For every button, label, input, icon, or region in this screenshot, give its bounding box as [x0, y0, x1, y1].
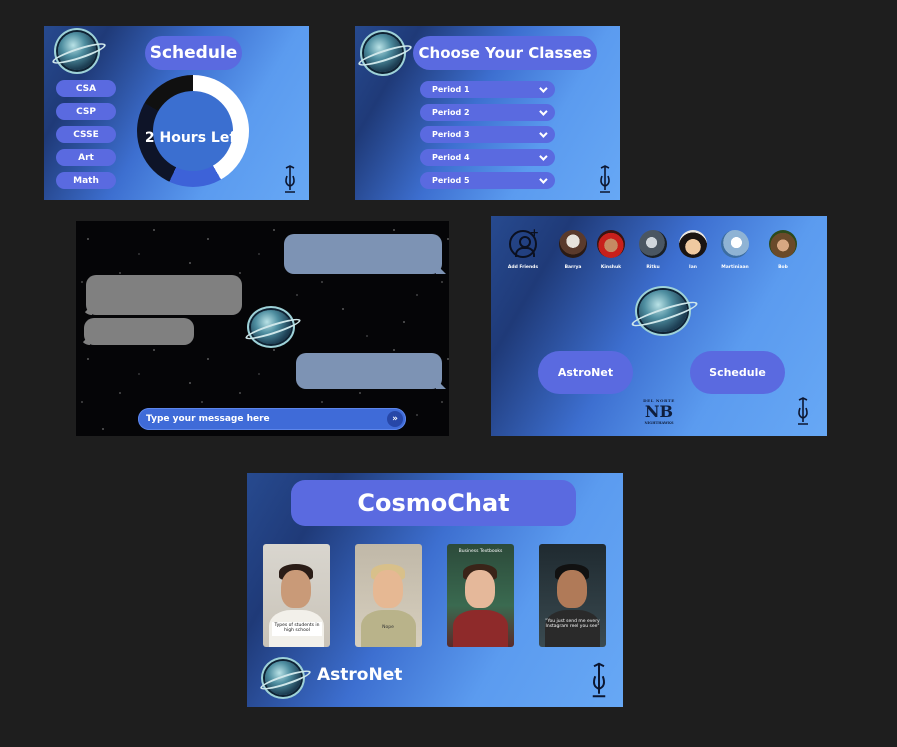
period-3-label: Period 3 — [432, 130, 470, 139]
chevron-down-icon — [539, 151, 548, 161]
double-chevron-right-icon: » — [392, 414, 398, 424]
add-friend-icon: + — [509, 226, 539, 258]
friend-avatar-ritku[interactable]: Ritku — [631, 230, 675, 270]
friend-name: Kinshuk — [600, 265, 622, 270]
video-caption: "You just send me every Instagram reel y… — [545, 619, 600, 629]
trident-mascot-icon — [798, 397, 808, 425]
friend-name: Bob — [778, 265, 788, 270]
astronet-planet-icon — [639, 290, 687, 332]
person-face — [281, 570, 311, 608]
trident-mascot-icon — [285, 165, 295, 193]
person-face — [465, 570, 495, 608]
period-4-dropdown[interactable]: Period 4 — [420, 149, 555, 166]
home-screen: + Add Friends Barrya Kinshuk Ritku Ian M… — [491, 216, 827, 436]
avatar — [769, 230, 797, 258]
period-1-label: Period 1 — [432, 85, 470, 94]
add-friends-button[interactable]: + Add Friends — [501, 226, 545, 270]
friend-avatar-bob[interactable]: Bob — [761, 230, 805, 270]
choose-classes-screen: Choose Your Classes Period 1 Period 2 Pe… — [355, 26, 620, 200]
astronet-planet-icon — [265, 661, 301, 695]
avatar — [639, 230, 667, 258]
person-shirt — [453, 610, 508, 647]
person-face — [373, 570, 403, 608]
video-caption: Nope — [382, 625, 394, 630]
friend-name: Ritku — [646, 265, 660, 270]
avatar — [559, 230, 587, 258]
person-face — [557, 570, 587, 608]
period-3-dropdown[interactable]: Period 3 — [420, 126, 555, 143]
add-friends-label: Add Friends — [507, 265, 539, 270]
school-logo-bottom-text: NIGHTHAWKS — [644, 421, 674, 425]
astronet-logo-icon — [364, 34, 402, 72]
friend-avatar-martiniaan[interactable]: Martiniaan — [713, 230, 757, 270]
cosmochat-screen: CosmoChat Types of students in high scho… — [247, 473, 623, 707]
trident-mascot-icon — [592, 662, 606, 698]
period-5-label: Period 5 — [432, 176, 470, 185]
class-button-math[interactable]: Math — [56, 172, 116, 189]
video-thumbnail[interactable]: Nope — [355, 544, 422, 647]
chevron-down-icon — [539, 128, 548, 138]
schedule-button[interactable]: Schedule — [690, 351, 785, 394]
friend-name: Ian — [689, 265, 697, 270]
time-remaining-label: 2 Hours Left — [144, 130, 243, 146]
astronet-brand-label: AstroNet — [317, 665, 403, 685]
astronet-button[interactable]: AstroNet — [538, 351, 633, 394]
avatar — [597, 230, 625, 258]
avatar — [721, 230, 749, 258]
period-5-dropdown[interactable]: Period 5 — [420, 172, 555, 189]
chevron-down-icon — [539, 106, 548, 116]
trident-mascot-icon — [600, 165, 610, 193]
sent-message-bubble — [296, 353, 442, 389]
schedule-title: Schedule — [145, 36, 242, 70]
chevron-down-icon — [539, 83, 548, 93]
friend-avatar-ian[interactable]: Ian — [671, 230, 715, 270]
video-thumbnail[interactable]: Business Textbooks — [447, 544, 514, 647]
class-button-art[interactable]: Art — [56, 149, 116, 166]
avatar — [679, 230, 707, 258]
astronet-planet-icon — [251, 310, 291, 344]
video-thumbnail[interactable]: "You just send me every Instagram reel y… — [539, 544, 606, 647]
period-4-label: Period 4 — [432, 153, 470, 162]
astronet-logo-icon — [58, 32, 96, 70]
video-caption: Types of students in high school — [272, 622, 322, 636]
friend-avatar-kinshuk[interactable]: Kinshuk — [589, 230, 633, 270]
chat-screen: Type your message here » — [76, 221, 449, 436]
period-1-dropdown[interactable]: Period 1 — [420, 81, 555, 98]
chevron-down-icon — [539, 174, 548, 184]
period-2-dropdown[interactable]: Period 2 — [420, 104, 555, 121]
friend-name: Martiniaan — [721, 265, 749, 270]
class-button-csa[interactable]: CSA — [56, 80, 116, 97]
received-message-bubble — [86, 275, 242, 315]
schedule-screen: Schedule CSA CSP CSSE Art Math 2 Hours L… — [44, 26, 309, 200]
video-caption: Business Textbooks — [458, 549, 503, 554]
video-thumbnail[interactable]: Types of students in high school — [263, 544, 330, 647]
sent-message-bubble — [284, 234, 442, 274]
school-logo-monogram: NB — [644, 402, 674, 421]
choose-classes-title: Choose Your Classes — [413, 36, 597, 70]
cosmochat-title: CosmoChat — [291, 480, 576, 526]
period-2-label: Period 2 — [432, 108, 470, 117]
message-input-placeholder: Type your message here — [146, 414, 270, 424]
school-logo: DEL NORTE NB NIGHTHAWKS — [641, 398, 677, 432]
received-message-bubble — [84, 318, 194, 345]
message-input[interactable]: Type your message here » — [138, 408, 406, 430]
class-button-csp[interactable]: CSP — [56, 103, 116, 120]
send-button[interactable]: » — [387, 411, 403, 427]
